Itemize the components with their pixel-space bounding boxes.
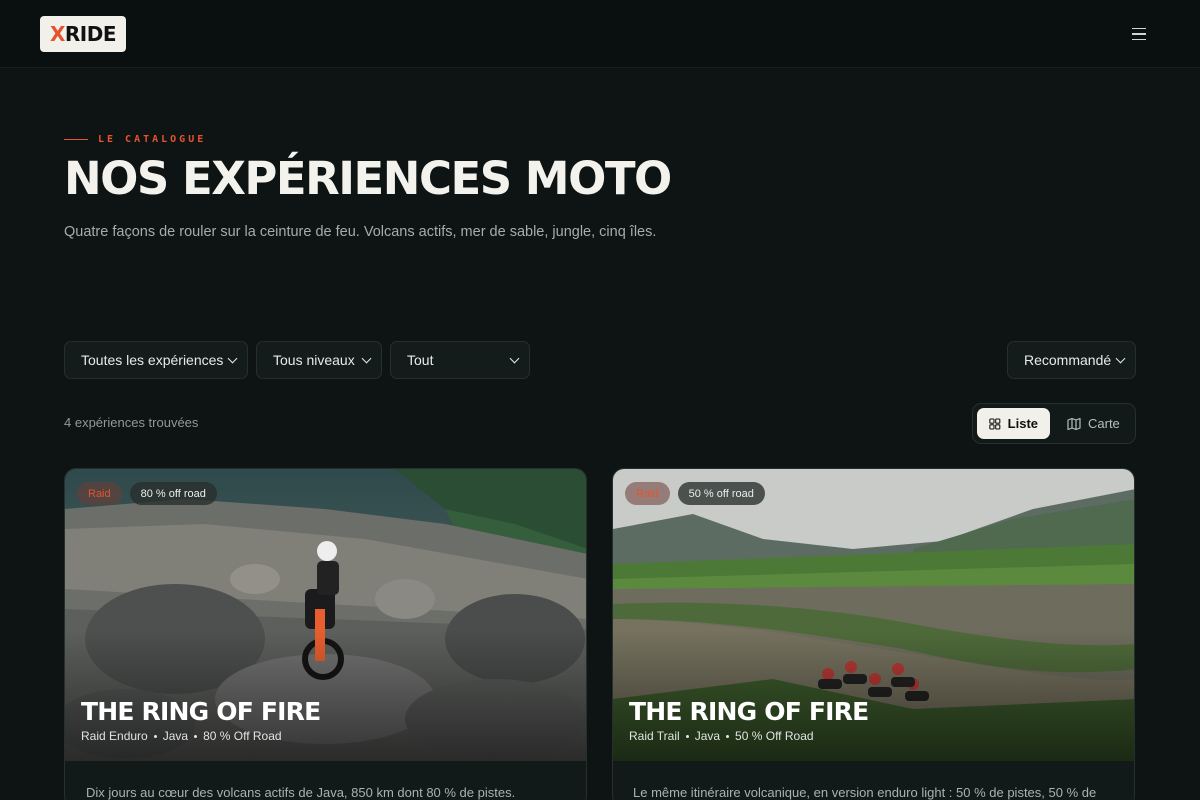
logo-text: RIDE [64, 22, 117, 46]
sort-select[interactable]: Recommandé [1007, 341, 1136, 379]
map-view-button[interactable]: Carte [1055, 408, 1133, 439]
level-filter-value: Tous niveaux [273, 352, 355, 368]
chevron-down-icon [227, 353, 238, 363]
chevron-down-icon [361, 353, 372, 363]
page-title: NOS EXPÉRIENCES MOTO [64, 152, 672, 205]
results-count: 4 expériences trouvées [64, 415, 199, 430]
type-filter-select[interactable]: Tout [390, 341, 530, 379]
meta-location: Java [694, 729, 721, 743]
chevron-down-icon [1115, 353, 1126, 363]
top-navigation-bar: X RIDE [0, 0, 1200, 68]
meta-location: Java [162, 729, 189, 743]
meta-separator [726, 734, 730, 738]
meta-offroad: 80 % Off Road [203, 729, 282, 743]
meta-separator [685, 734, 689, 738]
chevron-down-icon [509, 353, 520, 363]
sort-value: Recommandé [1024, 352, 1112, 368]
grid-icon [989, 417, 1001, 430]
card-title: THE RING OF FIRE [629, 697, 869, 726]
offroad-badge: 50 % off road [677, 482, 765, 505]
list-view-label: Liste [1007, 416, 1038, 431]
page-subtitle: Quatre façons de rouler sur la ceinture … [64, 224, 657, 240]
offroad-badge: 80 % off road [129, 482, 217, 505]
meta-type: Raid Trail [629, 729, 680, 743]
card-description: Dix jours au cœur des volcans actifs de … [86, 785, 516, 800]
xride-logo[interactable]: X RIDE [40, 16, 126, 52]
eyebrow-text: LE CATALOGUE [98, 133, 207, 145]
meta-separator [153, 734, 157, 738]
meta-type: Raid Enduro [81, 729, 148, 743]
experience-filter-select[interactable]: Toutes les expériences [64, 341, 248, 379]
eyebrow-line [64, 138, 88, 140]
type-filter-value: Tout [407, 352, 434, 368]
meta-separator [194, 734, 198, 738]
card-title: THE RING OF FIRE [81, 697, 321, 726]
card-badges: Raid 50 % off road [625, 482, 765, 505]
hamburger-menu-icon[interactable] [1126, 22, 1152, 46]
card-meta: Raid Enduro Java 80 % Off Road [81, 729, 282, 743]
category-badge: Raid [625, 482, 670, 505]
card-badges: Raid 80 % off road [77, 482, 217, 505]
level-filter-select[interactable]: Tous niveaux [256, 341, 382, 379]
card-description: Le même itinéraire volcanique, en versio… [633, 785, 1097, 800]
category-badge: Raid [77, 482, 122, 505]
section-eyebrow: LE CATALOGUE [64, 132, 206, 146]
list-view-button[interactable]: Liste [977, 408, 1050, 439]
experience-card[interactable]: Raid 50 % off road THE RING OF FIRE Raid… [612, 468, 1135, 800]
logo-mark: X [49, 22, 65, 46]
card-meta: Raid Trail Java 50 % Off Road [629, 729, 814, 743]
meta-offroad: 50 % Off Road [735, 729, 814, 743]
map-icon [1067, 417, 1081, 430]
view-toggle: Liste Carte [972, 403, 1136, 444]
map-view-label: Carte [1088, 416, 1120, 431]
experience-card[interactable]: Raid 80 % off road THE RING OF FIRE Raid… [64, 468, 587, 800]
experience-filter-value: Toutes les expériences [81, 352, 224, 368]
